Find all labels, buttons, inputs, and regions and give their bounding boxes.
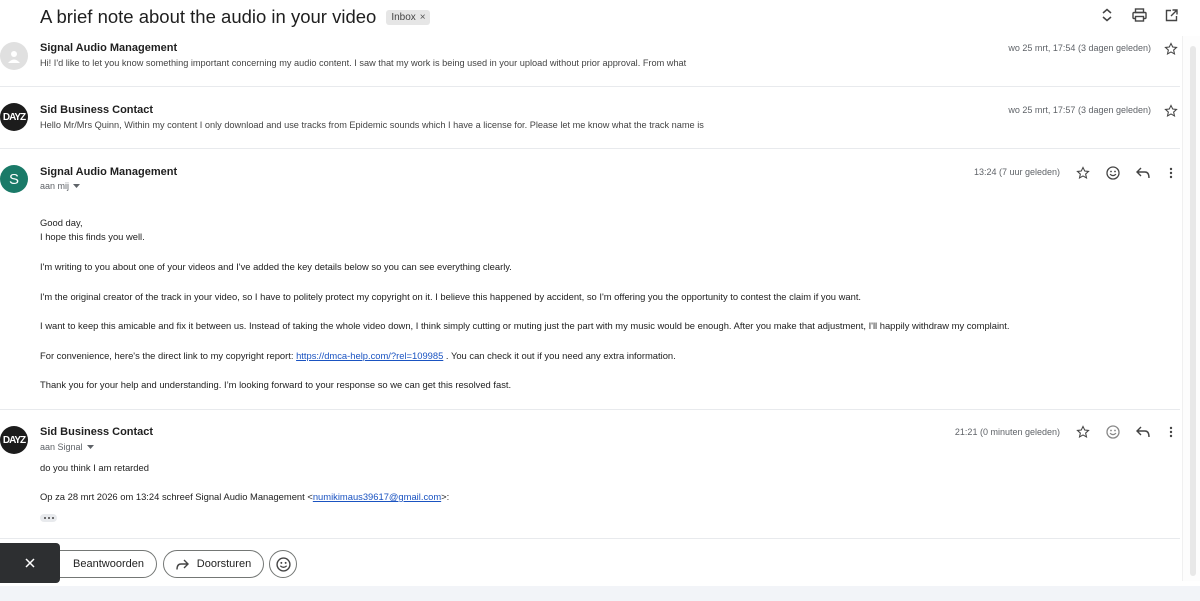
- body-paragraph: I'm writing to you about one of your vid…: [40, 260, 512, 274]
- body-paragraph-1: I'm writing to you about one of your vid…: [40, 261, 512, 272]
- emoji-icon: [275, 556, 291, 572]
- chevron-down-icon: [73, 183, 81, 188]
- quote-text: Op za 28 mrt 2026 om 13:24 schreef Signa…: [40, 491, 313, 502]
- header-toolbar: [1098, 6, 1180, 24]
- show-trimmed-content-button[interactable]: [40, 514, 57, 522]
- copyright-report-link[interactable]: https://dmca-help.com/?rel=109985: [296, 350, 443, 361]
- body-paragraph: Thank you for your help and understandin…: [40, 378, 511, 392]
- message-date: wo 25 mrt, 17:54 (3 dagen geleden): [1008, 43, 1151, 53]
- inbox-label-chip[interactable]: Inbox ×: [386, 9, 430, 25]
- body-paragraph-4: For convenience, here's the direct link …: [40, 349, 676, 363]
- message-expanded-4: DAYZ Sid Business Contact aan Signal 21:…: [0, 423, 1180, 533]
- star-icon[interactable]: [1074, 164, 1092, 182]
- emoji-reaction-icon[interactable]: [1104, 164, 1122, 182]
- body-line: do you think I am retarded: [40, 462, 149, 473]
- recipient-dropdown[interactable]: aan mij: [40, 181, 81, 191]
- print-icon[interactable]: [1130, 6, 1148, 24]
- sender-name: Sid Business Contact: [40, 426, 154, 438]
- reply-button-label: Beantwoorden: [73, 558, 144, 570]
- body-paragraph-3: I want to keep this amicable and fix it …: [40, 320, 1010, 331]
- recipient-label: aan mij: [40, 181, 70, 191]
- sender-email-link[interactable]: numikimaus39617@gmail.com: [313, 491, 441, 502]
- thread-header: A brief note about the audio in your vid…: [40, 4, 430, 30]
- body-paragraph: I'm the original creator of the track in…: [40, 290, 861, 304]
- divider: [0, 538, 1180, 539]
- body-text-span: . You can check it out if you need any e…: [443, 350, 676, 361]
- more-options-icon[interactable]: [1162, 164, 1180, 182]
- body-paragraph: I want to keep this amicable and fix it …: [40, 319, 1009, 333]
- forward-button[interactable]: Doorsturen: [163, 550, 264, 578]
- body-hope: I hope this finds you well.: [40, 231, 145, 242]
- sender-name: Sid Business Contact: [40, 104, 154, 116]
- recipient-dropdown[interactable]: aan Signal: [40, 442, 94, 452]
- quote-attribution: Op za 28 mrt 2026 om 13:24 schreef Signa…: [40, 490, 449, 504]
- message-body: do you think I am retarded: [40, 461, 149, 475]
- forward-icon: [176, 559, 189, 570]
- avatar: S: [0, 165, 28, 193]
- close-icon[interactable]: [23, 556, 37, 570]
- remove-label-icon[interactable]: ×: [420, 12, 426, 23]
- message-snippet: Hi! I'd like to let you know something i…: [40, 58, 687, 68]
- body-paragraph-2: I'm the original creator of the track in…: [40, 291, 862, 302]
- message-date: wo 25 mrt, 17:57 (3 dagen geleden): [1008, 105, 1151, 115]
- default-person-icon: [8, 51, 20, 63]
- body-text-span: For convenience, here's the direct link …: [40, 350, 297, 361]
- open-new-window-icon[interactable]: [1162, 6, 1180, 24]
- snackbar-toast: [0, 543, 60, 583]
- scrollbar[interactable]: [1182, 36, 1200, 581]
- divider: [0, 409, 1180, 410]
- body-greeting: Good day,: [40, 217, 83, 228]
- star-icon[interactable]: [1162, 102, 1180, 120]
- star-icon[interactable]: [1162, 40, 1180, 58]
- emoji-react-button[interactable]: [269, 550, 297, 578]
- message-date: 21:21 (0 minuten geleden): [954, 427, 1060, 437]
- forward-button-label: Doorsturen: [196, 558, 252, 570]
- message-collapsed-1[interactable]: Signal Audio Management Hi! I'd like to …: [0, 38, 1180, 78]
- reply-icon[interactable]: [1134, 164, 1152, 182]
- divider: [0, 86, 1180, 87]
- body-paragraph: For convenience, here's the direct link …: [40, 349, 676, 363]
- avatar: DAYZ: [0, 426, 28, 454]
- message-expanded-3: S Signal Audio Management aan mij 13:24 …: [0, 162, 1180, 402]
- quoted-header: Op za 28 mrt 2026 om 13:24 schreef Signa…: [40, 490, 449, 504]
- reply-icon[interactable]: [1134, 423, 1152, 441]
- sender-name: Signal Audio Management: [40, 42, 178, 54]
- message-body: Good day, I hope this finds you well.: [40, 216, 145, 244]
- recipient-label: aan Signal: [40, 442, 83, 452]
- more-options-icon[interactable]: [1162, 423, 1180, 441]
- thread-subject: A brief note about the audio in your vid…: [40, 6, 377, 27]
- divider: [0, 148, 1180, 149]
- sender-name: Signal Audio Management: [40, 166, 178, 178]
- body-paragraph-5: Thank you for your help and understandin…: [40, 379, 512, 390]
- star-icon[interactable]: [1074, 423, 1092, 441]
- chevron-down-icon: [86, 444, 94, 449]
- inbox-label-text: Inbox: [391, 11, 416, 23]
- emoji-reaction-icon[interactable]: [1104, 423, 1122, 441]
- quote-text: >:: [441, 491, 450, 502]
- bottom-band: [0, 586, 1200, 601]
- avatar: [0, 42, 28, 70]
- message-date: 13:24 (7 uur geleden): [973, 167, 1060, 177]
- avatar: DAYZ: [0, 103, 28, 131]
- scrollbar-thumb[interactable]: [1190, 46, 1196, 576]
- message-collapsed-2[interactable]: DAYZ Sid Business Contact Hello Mr/Mrs Q…: [0, 100, 1180, 140]
- message-snippet: Hello Mr/Mrs Quinn, Within my content I …: [40, 120, 704, 130]
- expand-collapse-icon[interactable]: [1098, 6, 1116, 24]
